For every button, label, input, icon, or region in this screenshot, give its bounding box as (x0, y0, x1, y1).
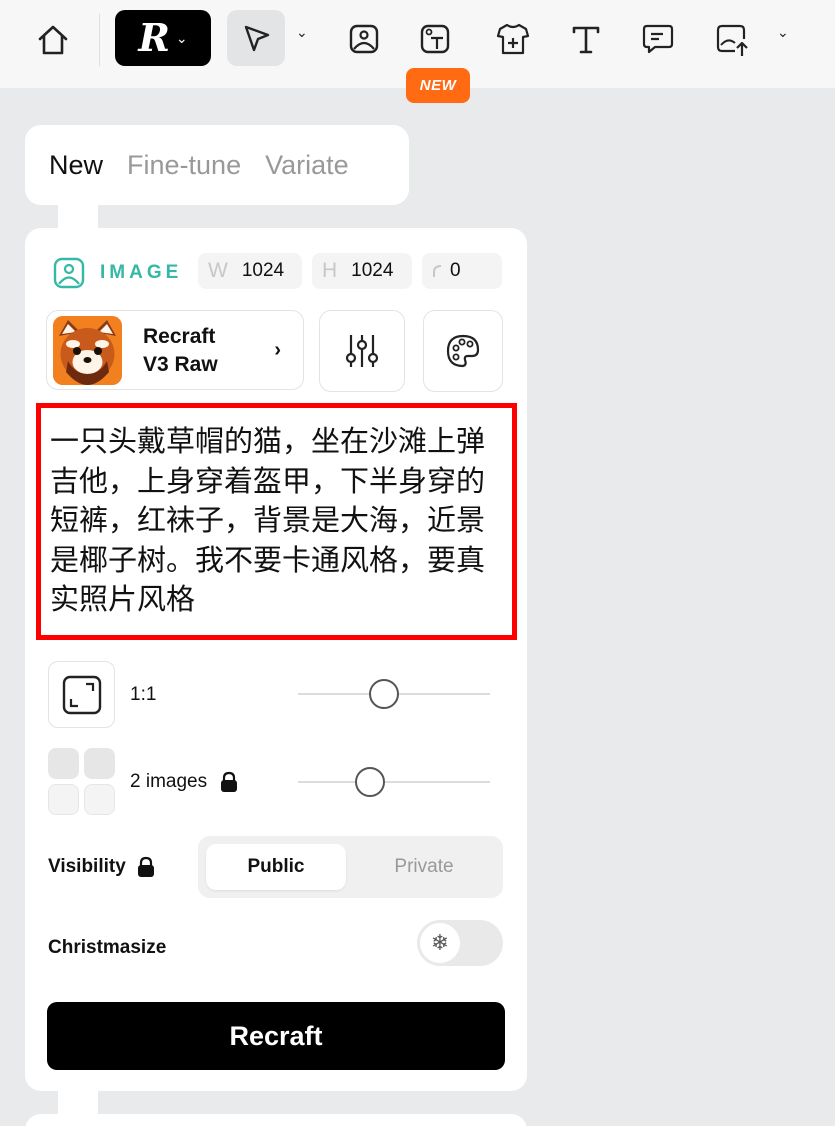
tab-variate[interactable]: Variate (265, 150, 349, 181)
select-tool-button[interactable] (227, 10, 285, 66)
image-tool-button[interactable] (341, 16, 387, 62)
tab-new[interactable]: New (49, 150, 103, 181)
corner-radius-field[interactable]: 0 (422, 253, 502, 289)
visibility-public-option[interactable]: Public (206, 844, 346, 890)
red-panda-model-thumbnail (53, 316, 122, 385)
lock-icon (137, 856, 154, 877)
recraft-logo-menu-button[interactable]: R ⌄ (115, 10, 211, 66)
snowflake-icon: ❄ (420, 923, 460, 963)
height-label: H (322, 259, 338, 282)
prompt-text: 一只头戴草帽的猫，坐在沙滩上弹吉他，上身穿着盔甲，下半身穿的短裤，红袜子，背景是… (50, 424, 486, 616)
card-connector (58, 1090, 98, 1114)
upload-image-tool-button[interactable] (710, 16, 756, 62)
color-palette-button[interactable] (423, 310, 503, 392)
aspect-ratio-button[interactable] (48, 661, 115, 728)
text-to-image-tool-button[interactable] (412, 16, 458, 62)
tab-fine-tune[interactable]: Fine-tune (127, 150, 241, 181)
width-field[interactable]: W 1024 (198, 253, 302, 289)
image-icon (53, 257, 85, 289)
chevron-down-icon[interactable]: ⌄ (777, 24, 789, 41)
card-connector (58, 204, 98, 228)
palette-icon (446, 334, 480, 368)
grid-cell (48, 748, 79, 779)
chevron-down-icon[interactable]: ⌄ (296, 24, 308, 41)
visibility-label: Visibility (48, 856, 156, 878)
text-image-icon (420, 24, 450, 54)
image-icon (349, 24, 379, 54)
chevron-right-icon: › (274, 339, 281, 361)
aspect-ratio-label: 1:1 (130, 684, 157, 705)
christmasize-toggle[interactable]: ❄ (417, 920, 503, 966)
prompt-textarea[interactable]: 一只头戴草帽的猫，坐在沙滩上弹吉他，上身穿着盔甲，下半身穿的短裤，红袜子，背景是… (36, 403, 517, 640)
mockup-shirt-icon (496, 23, 530, 55)
visibility-private-option[interactable]: Private (354, 844, 494, 890)
width-value: 1024 (241, 260, 285, 281)
home-icon[interactable] (30, 18, 76, 62)
toolbar-divider (99, 14, 100, 66)
comment-icon (642, 24, 674, 54)
image-section-label: IMAGE (52, 256, 182, 290)
comment-tool-button[interactable] (635, 16, 681, 62)
grid-cell (48, 784, 79, 815)
model-selector[interactable]: Recraft V3 Raw › (46, 310, 304, 390)
grid-cell (84, 784, 115, 815)
text-icon (572, 26, 600, 54)
lock-icon (221, 771, 238, 792)
image-count-slider-track[interactable] (298, 781, 490, 783)
sliders-icon (345, 335, 379, 367)
visibility-toggle: Public Private (198, 836, 503, 898)
next-card (25, 1114, 527, 1126)
new-badge: NEW (406, 68, 470, 103)
height-field[interactable]: H 1024 (312, 253, 412, 289)
recraft-logo: R (138, 15, 170, 60)
height-value: 1024 (351, 260, 394, 281)
corner-radius-icon (433, 265, 442, 277)
image-count-label: 2 images (130, 771, 239, 793)
model-name: Recraft V3 Raw (143, 325, 218, 376)
image-label-text: IMAGE (100, 262, 183, 283)
select-arrow-icon (244, 25, 270, 52)
upload-image-icon (716, 24, 748, 56)
aspect-ratio-icon (62, 675, 101, 714)
christmasize-label: Christmasize (48, 937, 167, 958)
chevron-down-icon: ⌄ (175, 29, 188, 46)
text-tool-button[interactable] (563, 16, 609, 62)
mode-tabs: New Fine-tune Variate (25, 125, 409, 205)
adjustments-button[interactable] (319, 310, 405, 392)
mockup-tool-button[interactable] (490, 16, 536, 62)
image-count-icon[interactable] (48, 748, 115, 815)
image-count-slider-thumb[interactable] (354, 767, 385, 797)
width-label: W (208, 259, 228, 282)
corner-radius-value: 0 (450, 260, 461, 281)
recraft-generate-button[interactable]: Recraft (47, 1002, 505, 1070)
grid-cell (84, 748, 115, 779)
